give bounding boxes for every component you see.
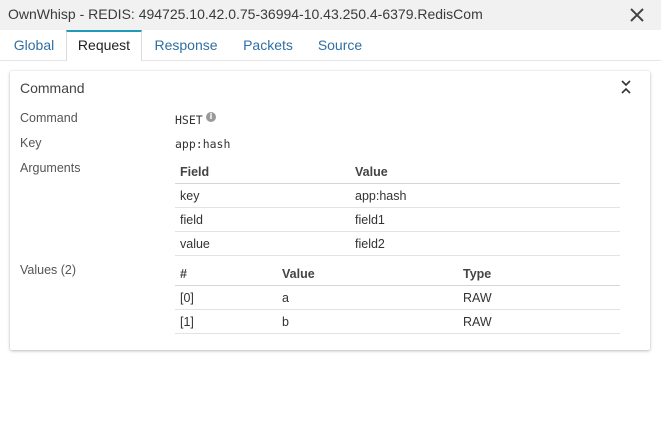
argument-field: key (175, 183, 350, 208)
value-type: RAW (458, 285, 620, 310)
table-row: key app:hash (175, 183, 620, 208)
value-content: b (277, 309, 458, 334)
table-row: [1] b RAW (175, 309, 620, 334)
tab-request[interactable]: Request (66, 30, 142, 61)
argument-value: app:hash (350, 183, 620, 208)
close-icon[interactable] (627, 5, 647, 25)
argument-value: field1 (350, 207, 620, 232)
column-header-value: Value (350, 160, 620, 184)
table-row: field field1 (175, 207, 620, 232)
tab-source[interactable]: Source (310, 30, 370, 60)
window-title: OwnWhisp - REDIS: 494725.10.42.0.75-3699… (8, 6, 483, 22)
command-label: Command (20, 111, 78, 125)
tab-bar: Global Request Response Packets Source (0, 30, 661, 61)
arguments-table: Field Value key app:hash field field1 va… (175, 160, 620, 256)
command-panel: Command Command HSET i Key app:hash Argu… (10, 71, 650, 350)
value-index: [1] (175, 309, 277, 334)
value-type: RAW (458, 309, 620, 334)
window-titlebar: OwnWhisp - REDIS: 494725.10.42.0.75-3699… (0, 0, 661, 31)
column-header-index: # (175, 262, 277, 286)
key-value: app:hash (175, 137, 231, 151)
panel-title: Command (20, 80, 85, 96)
tab-global[interactable]: Global (6, 30, 62, 60)
tab-response[interactable]: Response (146, 30, 226, 60)
column-header-field: Field (175, 160, 350, 184)
values-table: # Value Type [0] a RAW [1] b RAW (175, 262, 620, 334)
command-value: HSET (175, 113, 203, 127)
tab-packets[interactable]: Packets (234, 30, 302, 60)
key-label: Key (20, 136, 42, 150)
table-row: [0] a RAW (175, 285, 620, 310)
arguments-label: Arguments (20, 161, 81, 175)
info-icon[interactable]: i (206, 112, 216, 122)
column-header-value: Value (277, 262, 458, 286)
value-index: [0] (175, 285, 277, 310)
values-label: Values (2) (20, 263, 77, 277)
value-content: a (277, 285, 458, 310)
argument-value: field2 (350, 231, 620, 256)
argument-field: value (175, 231, 350, 256)
collapse-chevrons-icon[interactable] (620, 79, 632, 95)
argument-field: field (175, 207, 350, 232)
column-header-type: Type (458, 262, 620, 286)
table-row: value field2 (175, 231, 620, 256)
